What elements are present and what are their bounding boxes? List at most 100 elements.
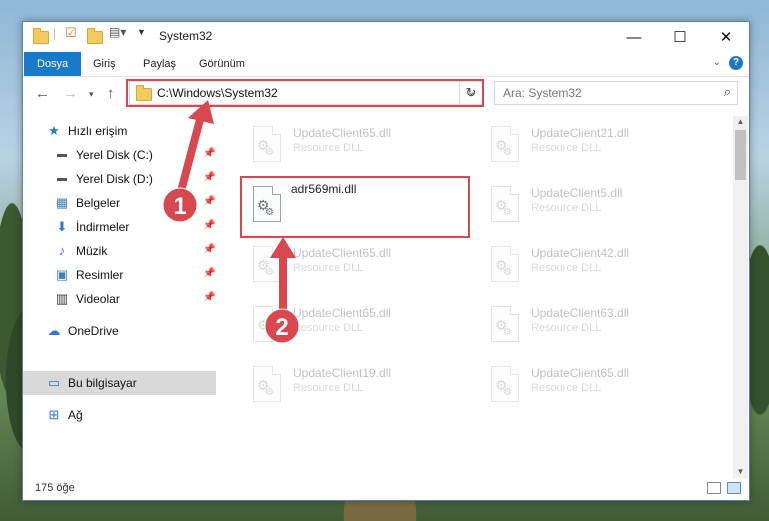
large-icons-view-icon[interactable]: [727, 482, 741, 494]
sidebar-item-downloads[interactable]: ⬇ İndirmeler 📌: [23, 215, 216, 239]
sidebar-item-label: Yerel Disk (C:): [76, 148, 153, 162]
file-name: UpdateClient65.dll: [531, 366, 630, 380]
new-folder-icon[interactable]: [87, 28, 103, 46]
scroll-up-icon[interactable]: ▲: [733, 116, 748, 128]
pin-icon[interactable]: 📌: [203, 220, 215, 231]
tab-view[interactable]: Görünüm: [189, 52, 255, 76]
file-name: UpdateClient63.dll: [531, 306, 630, 320]
up-arrow-icon[interactable]: ↑: [107, 85, 115, 102]
sidebar-item-label: Hızlı erişim: [68, 124, 128, 138]
sidebar-item-label: Belgeler: [76, 196, 121, 210]
file-type: Resource DLL: [293, 142, 364, 154]
recent-locations-icon[interactable]: ▾: [89, 89, 94, 100]
maximize-icon[interactable]: ☐: [657, 22, 703, 52]
help-icon[interactable]: ?: [729, 56, 743, 70]
sidebar-item-quick-access[interactable]: ★ Hızlı erişim: [23, 119, 216, 143]
sidebar-item-label: Müzik: [76, 244, 108, 258]
sidebar-item-label: Ağ: [68, 408, 83, 422]
file-item[interactable]: ⚙ ⚙ UpdateClient65.dll Resource DLL: [483, 360, 713, 412]
sidebar-item-pictures[interactable]: ▣ Resimler 📌: [23, 263, 216, 287]
search-placeholder: Ara: System32: [503, 86, 582, 100]
separator: |: [53, 26, 57, 40]
cloud-icon: ☁: [47, 323, 61, 338]
file-type: Resource DLL: [293, 382, 364, 394]
computer-icon: ▭: [47, 375, 61, 390]
sidebar-item-label: Yerel Disk (D:): [76, 172, 153, 186]
back-arrow-icon[interactable]: ←: [35, 85, 50, 102]
file-item[interactable]: ⚙ ⚙ UpdateClient63.dll Resource DLL: [483, 300, 713, 352]
status-bar: 175 öğe: [23, 478, 749, 500]
title-bar: | ☑ ▤▾ ▼ System32 — ☐ ✕: [23, 22, 749, 52]
scrollbar-thumb[interactable]: [735, 130, 746, 180]
pin-icon[interactable]: 📌: [203, 172, 215, 183]
forward-arrow-icon[interactable]: →: [63, 85, 78, 102]
file-type: Resource DLL: [531, 262, 602, 274]
file-name: UpdateClient42.dll: [531, 246, 630, 260]
pin-icon[interactable]: 📌: [203, 244, 215, 255]
pictures-icon: ▣: [55, 267, 69, 282]
dll-file-icon: ⚙ ⚙: [491, 126, 521, 164]
sidebar-item-onedrive[interactable]: ☁ OneDrive: [23, 319, 216, 343]
sidebar-item-network[interactable]: ⊞ Ağ: [23, 403, 216, 427]
pin-icon[interactable]: 📌: [203, 148, 215, 159]
dll-file-icon: ⚙ ⚙: [491, 186, 521, 224]
sidebar-item-this-pc[interactable]: ▭ Bu bilgisayar: [23, 371, 216, 395]
sidebar-item-music[interactable]: ♪ Müzik 📌: [23, 239, 216, 263]
toolbar-dropdown-icon[interactable]: ▼: [137, 27, 146, 45]
pin-icon[interactable]: 📌: [203, 268, 215, 279]
pin-icon[interactable]: 📌: [203, 196, 215, 207]
drive-icon: ▬: [57, 149, 67, 160]
dll-file-icon: ⚙ ⚙: [253, 306, 283, 344]
dll-file-icon: ⚙ ⚙: [491, 306, 521, 344]
file-item[interactable]: ⚙ ⚙ UpdateClient65.dll Resource DLL: [245, 120, 475, 172]
file-name: UpdateClient21.dll: [531, 126, 630, 140]
pin-icon[interactable]: 📌: [203, 292, 215, 303]
scroll-down-icon[interactable]: ▼: [733, 466, 748, 478]
properties-icon[interactable]: ☑: [65, 25, 77, 43]
sidebar-item-label: Resimler: [76, 268, 124, 282]
file-list: ⚙ ⚙ UpdateClient65.dll Resource DLL ⚙ ⚙ Up…: [217, 116, 733, 478]
navigation-pane: ★ Hızlı erişim ▬ Yerel Disk (C:) 📌 ▬ Yer…: [23, 116, 216, 478]
sidebar-item-videos[interactable]: ▥ Videolar 📌: [23, 287, 216, 311]
file-name: UpdateClient19.dll: [293, 366, 392, 380]
close-icon[interactable]: ✕: [703, 22, 749, 52]
tab-file[interactable]: Dosya: [24, 52, 82, 76]
search-input[interactable]: Ara: System32 ⌕: [494, 81, 738, 105]
file-type: Resource DLL: [293, 262, 364, 274]
minimize-icon[interactable]: —: [611, 22, 657, 52]
sidebar-item-label: Videolar: [76, 292, 120, 306]
window-title: System32: [159, 29, 213, 43]
network-icon: ⊞: [48, 407, 60, 422]
item-count: 175 öğe: [35, 482, 75, 494]
file-item[interactable]: ⚙ ⚙ UpdateClient65.dll Resource DLL: [245, 240, 475, 292]
file-type: Resource DLL: [531, 142, 602, 154]
music-icon: ♪: [58, 243, 66, 258]
file-item[interactable]: ⚙ ⚙ UpdateClient42.dll Resource DLL: [483, 240, 713, 292]
file-highlight: [240, 176, 470, 238]
sidebar-item-local-disk-d[interactable]: ▬ Yerel Disk (D:) 📌: [23, 167, 216, 191]
sidebar-item-label: OneDrive: [68, 324, 119, 338]
file-item[interactable]: ⚙ ⚙ UpdateClient65.dll Resource DLL: [245, 300, 475, 352]
file-item[interactable]: ⚙ ⚙ UpdateClient19.dll Resource DLL: [245, 360, 475, 412]
tab-home[interactable]: Giriş: [83, 52, 126, 76]
dll-file-icon: ⚙ ⚙: [253, 366, 283, 404]
address-bar-highlight: [126, 79, 484, 107]
file-item[interactable]: ⚙ ⚙ UpdateClient5.dll Resource DLL: [483, 180, 713, 232]
drive-icon: ▬: [57, 173, 67, 184]
file-type: Resource DLL: [531, 322, 602, 334]
star-icon: ★: [48, 123, 60, 138]
sidebar-item-documents[interactable]: ▦ Belgeler 📌: [23, 191, 216, 215]
search-icon[interactable]: ⌕: [724, 84, 731, 100]
vertical-scrollbar[interactable]: ▲ ▼: [733, 116, 748, 478]
sidebar-item-local-disk-c[interactable]: ▬ Yerel Disk (C:) 📌: [23, 143, 216, 167]
details-view-icon[interactable]: [707, 482, 721, 494]
file-type: Resource DLL: [531, 382, 602, 394]
folder-icon: [33, 28, 49, 46]
tab-share[interactable]: Paylaş: [133, 52, 186, 76]
download-icon: ⬇: [56, 219, 68, 234]
chevron-down-icon[interactable]: ⌄: [713, 57, 721, 68]
file-item[interactable]: ⚙ ⚙ UpdateClient21.dll Resource DLL: [483, 120, 713, 172]
sidebar-item-label: Bu bilgisayar: [68, 376, 137, 390]
dll-file-icon: ⚙ ⚙: [253, 126, 283, 164]
customize-toolbar-icon[interactable]: ▤▾: [109, 25, 126, 43]
